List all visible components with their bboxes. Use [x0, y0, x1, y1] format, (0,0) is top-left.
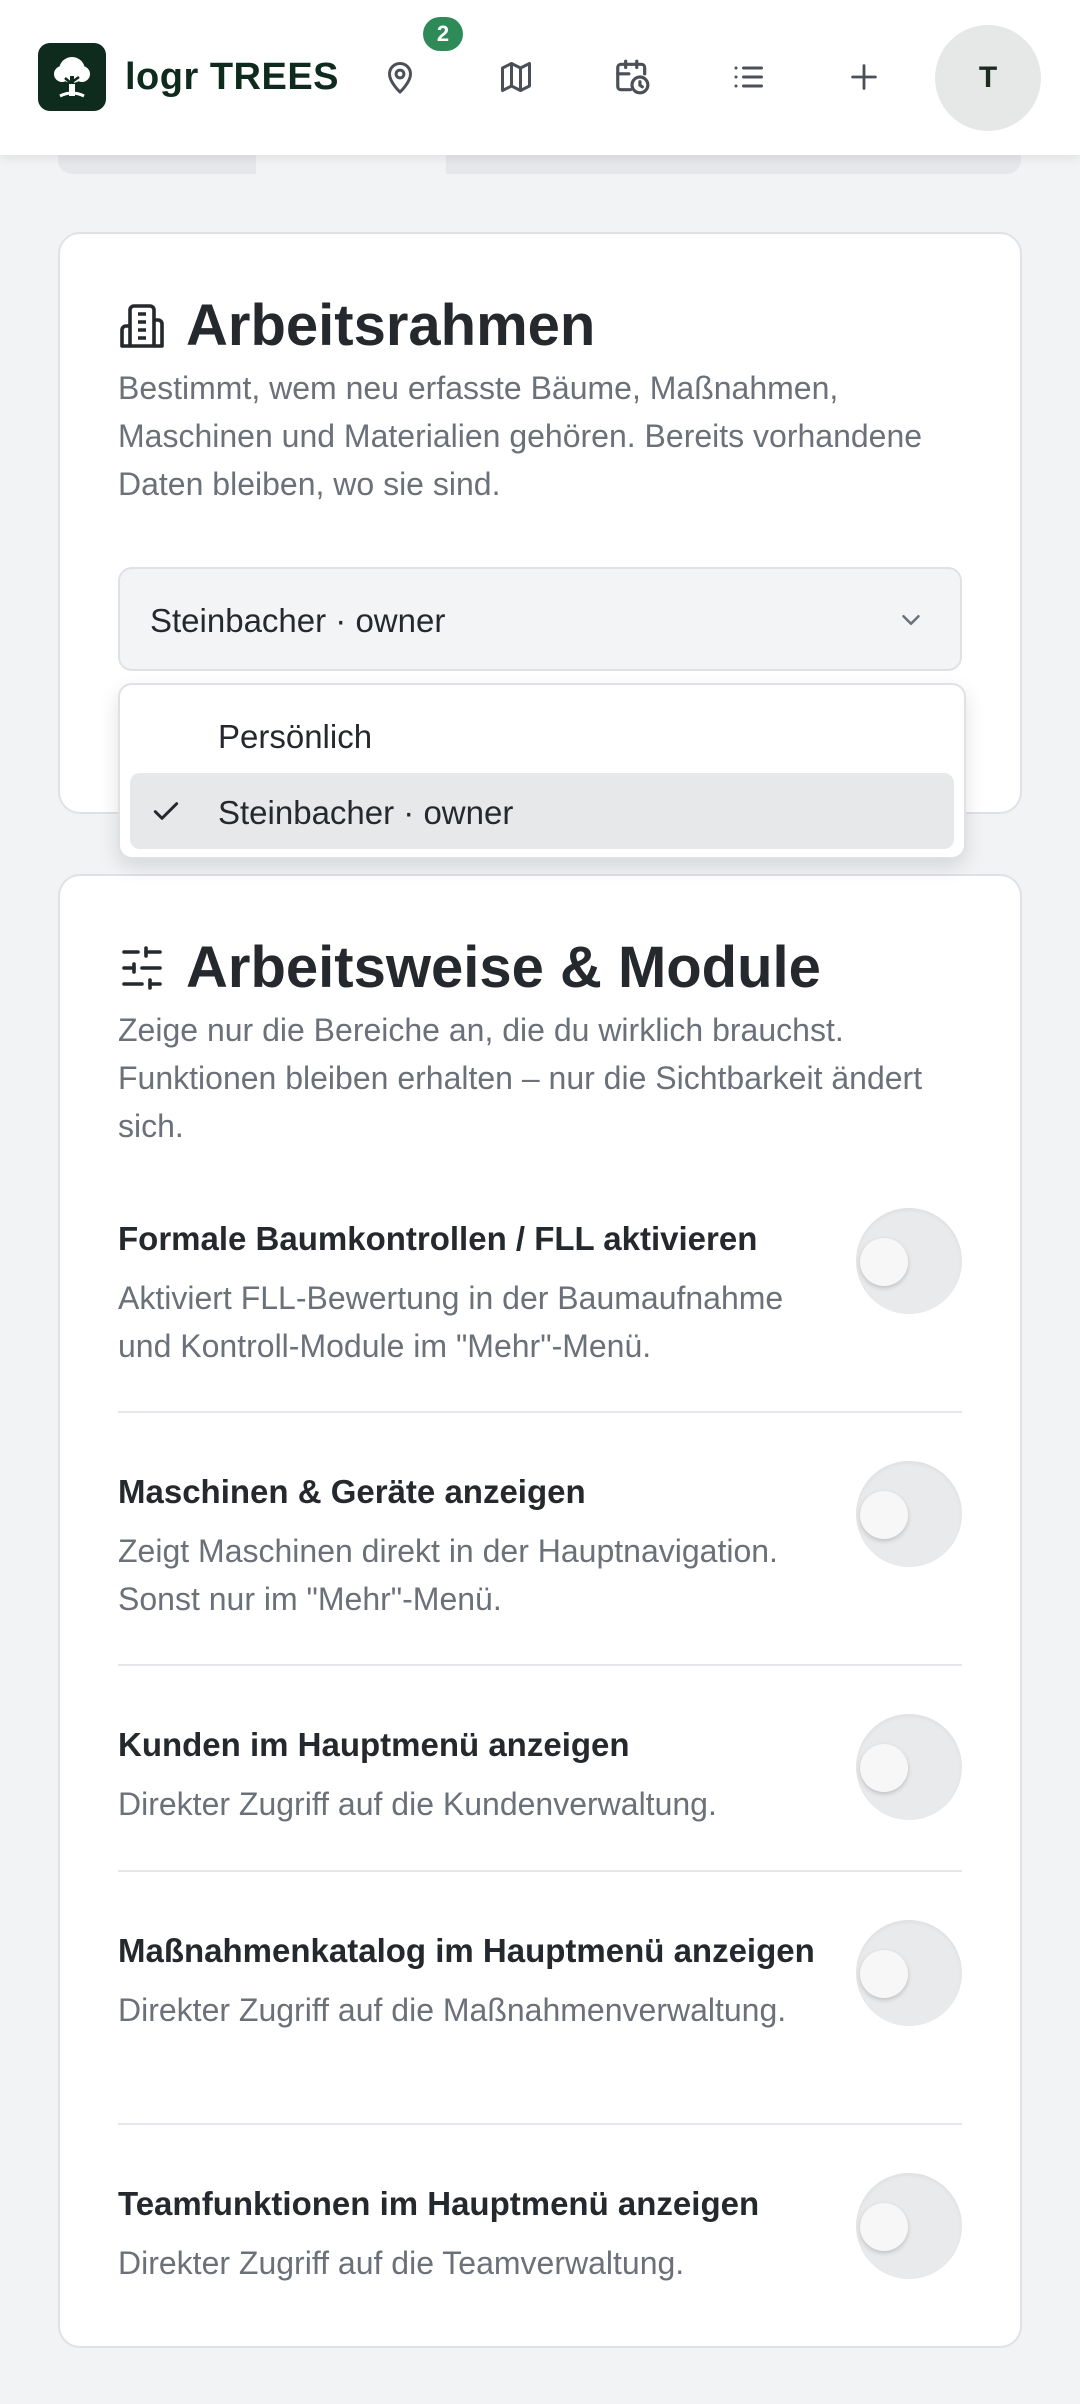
- toggle-knob: [860, 1238, 908, 1286]
- setting-description: Zeigt Maschinen direkt in der Hauptnavig…: [118, 1533, 778, 1617]
- map-icon[interactable]: [484, 45, 548, 109]
- workspace-select[interactable]: Steinbacher · owner: [118, 567, 962, 671]
- brand-name: logr TREES: [125, 56, 340, 98]
- workspace-title: Arbeitsrahmen: [186, 293, 596, 358]
- setting-description: Direkter Zugriff auf die Kundenverwaltun…: [118, 1786, 717, 1822]
- setting-title: Formale Baumkontrollen / FLL aktivieren: [118, 1220, 758, 1257]
- workspace-description: Bestimmt, wem neu erfasste Bäume, Maßnah…: [118, 370, 923, 502]
- divider: [118, 1870, 962, 1872]
- divider: [118, 1411, 962, 1413]
- map-pin-icon[interactable]: [368, 45, 432, 109]
- toggle-knob: [860, 1491, 908, 1539]
- setting-title: Teamfunktionen im Hauptmenü anzeigen: [118, 2185, 760, 2222]
- divider: [118, 1664, 962, 1666]
- toggle-knob: [860, 2203, 908, 2251]
- tree-logo-icon[interactable]: [38, 43, 106, 111]
- option-label: Persönlich: [218, 718, 373, 755]
- sliders-icon: [118, 944, 166, 992]
- setting-description: Direkter Zugriff auf die Teamverwaltung.: [118, 2245, 685, 2281]
- modules-title: Arbeitsweise & Module: [186, 935, 821, 1000]
- plus-icon[interactable]: [832, 45, 896, 109]
- setting-description: Aktiviert FLL-Bewertung in der Baumaufna…: [118, 1280, 784, 1364]
- fll-toggle[interactable]: [856, 1208, 962, 1314]
- option-label: Steinbacher · owner: [218, 794, 514, 831]
- building-icon: [118, 302, 166, 350]
- toggle-knob: [860, 1950, 908, 1998]
- list-icon[interactable]: [716, 45, 780, 109]
- measures-toggle[interactable]: [856, 1920, 962, 2026]
- setting-description: Direkter Zugriff auf die Maßnahmenverwal…: [118, 1992, 787, 2028]
- modules-description: Zeige nur die Bereiche an, die du wirkli…: [118, 1012, 923, 1144]
- setting-title: Maschinen & Geräte anzeigen: [118, 1473, 586, 1510]
- setting-row-machines: Maschinen & Geräte anzeigen Zeigt Maschi…: [118, 1461, 962, 1623]
- customers-toggle[interactable]: [856, 1714, 962, 1820]
- workspace-select-value: Steinbacher · owner: [150, 602, 446, 639]
- chevron-down-icon: [896, 605, 926, 635]
- avatar[interactable]: T: [935, 25, 1041, 131]
- setting-row-measures: Maßnahmenkatalog im Hauptmenü anzeigen D…: [118, 1920, 962, 2034]
- dropdown-option-steinbacher[interactable]: Steinbacher · owner: [130, 773, 954, 849]
- workspace-heading: Arbeitsrahmen: [118, 292, 595, 359]
- team-toggle[interactable]: [856, 2173, 962, 2279]
- check-icon: [150, 795, 182, 827]
- divider: [118, 2123, 962, 2125]
- setting-row-team: Teamfunktionen im Hauptmenü anzeigen Dir…: [118, 2173, 962, 2287]
- dropdown-option-personal[interactable]: Persönlich: [130, 697, 954, 773]
- setting-title: Kunden im Hauptmenü anzeigen: [118, 1726, 630, 1763]
- calendar-clock-icon[interactable]: [600, 45, 664, 109]
- notification-badge: 2: [423, 17, 463, 51]
- setting-title: Maßnahmenkatalog im Hauptmenü anzeigen: [118, 1932, 815, 1969]
- setting-row-fll: Formale Baumkontrollen / FLL aktivieren …: [118, 1208, 962, 1370]
- setting-row-customers: Kunden im Hauptmenü anzeigen Direkter Zu…: [118, 1714, 962, 1828]
- modules-heading: Arbeitsweise & Module: [118, 934, 821, 1001]
- top-navigation-bar: logr TREES 2 T: [0, 0, 1080, 155]
- machines-toggle[interactable]: [856, 1461, 962, 1567]
- workspace-dropdown: Persönlich Steinbacher · owner: [118, 683, 966, 859]
- toggle-knob: [860, 1744, 908, 1792]
